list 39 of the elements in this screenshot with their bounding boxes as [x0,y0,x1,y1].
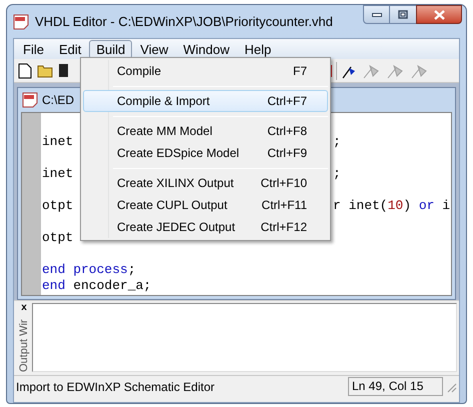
menu-item[interactable]: Build [89,40,132,58]
new-file-icon[interactable] [18,62,32,78]
menu-item[interactable]: File [16,40,51,58]
window-title: VHDL Editor - C:\EDWinXP\JOB\Prioritycounter.vhd [35,12,333,31]
code-line: otpt [42,198,74,213]
resize-grip-icon[interactable] [445,380,457,392]
restore-icon [398,10,408,19]
menu-option[interactable]: Create JEDEC Output Ctrl+F12 [83,216,328,238]
document-icon [13,14,29,30]
code-line: ; [333,134,341,150]
panel-title: Output Wir [18,319,31,372]
minimize-button[interactable] [363,5,390,24]
menu-option[interactable]: Create XILINX Output Ctrl+F10 [83,172,328,194]
code-line: otpt [42,230,74,245]
menu-item[interactable]: View [133,40,176,58]
menu-option[interactable]: Compile & Import Ctrl+F7 [83,90,328,112]
close-button[interactable] [416,5,462,24]
code-line: ; [333,166,341,182]
code-line: r inet(10) or i [333,198,450,214]
code-line: end process; [42,262,136,277]
cursor-position: Ln 49, Col 15 [348,377,443,396]
document-icon [22,92,38,108]
status-text: Import to EDWInXP Schematic Editor [15,378,216,396]
minimize-icon [372,12,382,16]
menu-option[interactable]: Create EDSpice Model Ctrl+F9 [83,142,328,164]
menu-option[interactable]: Create MM Model Ctrl+F8 [83,120,328,142]
menu-option[interactable]: Create CUPL Output Ctrl+F11 [83,194,328,216]
code-line: inet [42,166,74,181]
document-title: C:\ED [42,92,74,109]
menu-item[interactable]: Edit [52,40,88,58]
maximize-button[interactable] [390,5,416,24]
close-icon[interactable]: x [21,303,27,313]
folder-icon[interactable] [37,63,54,78]
close-icon [434,10,444,20]
code-line: inet [42,134,74,149]
code-line: end encoder_a; [42,278,152,293]
menu-item[interactable]: Help [237,40,278,58]
menu-item[interactable]: Window [176,40,236,58]
menu-option[interactable]: Compile F7 [83,60,328,82]
